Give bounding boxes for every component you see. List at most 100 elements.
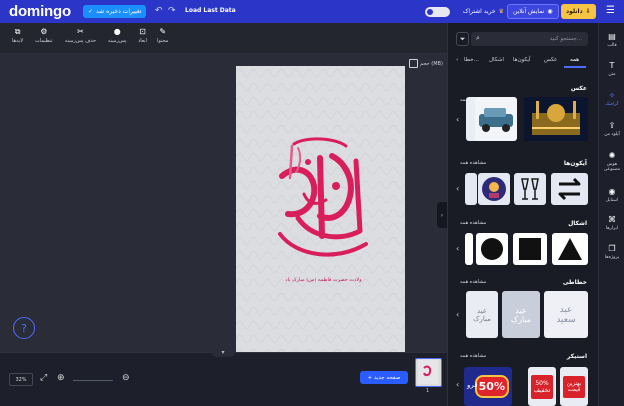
stickers-scroll-left-icon[interactable]: ‹: [456, 380, 459, 389]
saved-status-label: تغییرات ذخیره شد: [96, 8, 142, 15]
zoom-in-icon[interactable]: ⊕: [57, 373, 65, 383]
section-title-shapes: اشکال: [568, 220, 587, 227]
fit-screen-icon[interactable]: ⤢: [40, 373, 47, 383]
shape-card[interactable]: [465, 233, 473, 265]
rail-label-graphics: گرافیک: [605, 102, 619, 107]
shapes-scroll-left-icon[interactable]: ‹: [456, 244, 459, 253]
remove-background-button[interactable]: ✂ حذف پس‌زمینه: [65, 27, 96, 45]
icon-card[interactable]: [514, 173, 546, 205]
see-all-stickers-link[interactable]: مشاهده همه: [460, 353, 486, 359]
tabs-scroll-left-icon[interactable]: ‹: [456, 57, 458, 63]
zoom-level[interactable]: 32%: [9, 373, 33, 386]
new-page-button[interactable]: + صفحه جدید: [360, 371, 408, 384]
shape-card[interactable]: [513, 233, 547, 265]
document-title[interactable]: Load Last Data: [185, 7, 236, 14]
layers-icon: ⧉: [14, 27, 21, 36]
tab-shapes[interactable]: اشکال: [489, 57, 504, 63]
app-logo[interactable]: domingo: [9, 3, 71, 20]
help-button[interactable]: ?: [13, 317, 35, 339]
redo-icon[interactable]: ↷: [168, 6, 176, 16]
sticker-card[interactable]: فرو 50%: [464, 367, 512, 406]
rail-item-styles[interactable]: ◉ استایل: [599, 187, 624, 203]
car-photo: [479, 108, 513, 132]
top-bar: domingo ✓ تغییرات ذخیره شد ↶ ↷ Load Last…: [0, 0, 624, 23]
rail-label-projects: پروژه‌ها: [604, 255, 620, 260]
icon-card[interactable]: [551, 173, 588, 205]
layers-button[interactable]: ⧉ لایه‌ها: [12, 27, 24, 45]
tab-icons[interactable]: آیکون‌ها: [513, 57, 531, 63]
photos-scroll-left-icon[interactable]: ‹: [456, 115, 459, 124]
search-input[interactable]: ⌕ جستجو کنید...: [471, 32, 588, 46]
see-all-icons-link[interactable]: مشاهده همه: [460, 160, 486, 166]
settings-button[interactable]: ⚙ تنظیمات: [35, 28, 53, 45]
sticker-text: فرو: [467, 381, 478, 389]
layers-label: لایه‌ها: [12, 38, 24, 44]
dimensions-button[interactable]: ⊡ ابعاد: [138, 28, 147, 45]
theme-toggle[interactable]: [425, 7, 450, 17]
section-title-photos: عکس: [570, 85, 587, 92]
sticker-text: بهترین قیمت: [563, 375, 585, 398]
rail-item-graphics[interactable]: ✧ گرافیک: [599, 91, 624, 107]
shape-card[interactable]: [552, 233, 588, 265]
sticker-card[interactable]: 50% تخفیف: [528, 367, 556, 406]
character-icon: [482, 177, 506, 201]
calligraphy-subtitle: ولادت حضرت فاطمه (س) مبارک باد: [285, 277, 362, 283]
eye-icon: ◉: [547, 8, 553, 15]
rail-item-templates[interactable]: ▤ قالب: [599, 32, 624, 48]
hamburger-menu-icon[interactable]: ☰: [606, 5, 615, 16]
text-icon: T: [609, 61, 615, 70]
undo-icon[interactable]: ↶: [155, 6, 163, 16]
crown-icon: ♛: [498, 8, 504, 15]
collapse-panel-button[interactable]: ›: [437, 202, 447, 228]
photo-card[interactable]: [475, 97, 517, 141]
filter-icon[interactable]: ⏷: [456, 32, 469, 46]
swap-arrows-icon: [558, 177, 581, 201]
tools-icon: ⌘: [608, 215, 616, 224]
background-button[interactable]: ● پس‌زمینه: [108, 27, 127, 45]
rail-item-tools[interactable]: ⌘ ابزارها: [599, 215, 624, 231]
circle-shape: [481, 238, 503, 260]
calligraphy-card[interactable]: عید مبارک: [466, 291, 498, 338]
editor-toolbar: ⧉ لایه‌ها ⚙ تنظیمات ✂ حذف پس‌زمینه ● پس‌…: [0, 23, 447, 54]
calligraphy-card-text: عید مبارک: [473, 306, 491, 323]
rail-item-uploads[interactable]: ⇪ آپلود من: [599, 121, 624, 137]
calligraphy-card[interactable]: عید سعید: [544, 291, 588, 338]
content-button[interactable]: ✎ محتوا: [157, 28, 168, 45]
icon-card[interactable]: [478, 173, 510, 205]
calligraphy-artwork[interactable]: [236, 66, 405, 352]
page-number: 1: [426, 388, 430, 394]
tab-all[interactable]: همه: [570, 57, 579, 63]
calligraphy-card[interactable]: عید مبارک: [502, 291, 540, 338]
see-all-calligraphy-link[interactable]: مشاهده همه: [460, 279, 486, 285]
rail-item-text[interactable]: T متن: [599, 61, 624, 77]
calligraphy-scroll-left-icon[interactable]: ‹: [456, 310, 459, 319]
chevron-down-icon[interactable]: ▾: [211, 347, 235, 357]
design-page[interactable]: ولادت حضرت فاطمه (س) مبارک باد: [236, 66, 405, 352]
shrine-photo: [524, 97, 588, 141]
subscription-button[interactable]: خرید اشتراک ♛: [458, 4, 509, 19]
icons-scroll-left-icon[interactable]: ‹: [456, 184, 459, 193]
page-thumbnail[interactable]: [415, 358, 442, 387]
zoom-slider[interactable]: [73, 380, 113, 381]
subscription-label: خرید اشتراک: [463, 8, 496, 15]
scissors-icon: ✂: [77, 27, 84, 36]
shape-card[interactable]: [476, 233, 508, 265]
see-all-shapes-link[interactable]: مشاهده همه: [460, 220, 486, 226]
tab-photos[interactable]: عکس: [544, 57, 557, 63]
icon-card[interactable]: [465, 173, 477, 205]
dimensions-label: ابعاد: [138, 38, 147, 44]
online-preview-button[interactable]: نمایش آنلاین ◉: [507, 4, 559, 19]
photo-card[interactable]: [524, 97, 588, 141]
calligraphy-card-text: عید سعید: [556, 304, 576, 325]
rail-item-projects[interactable]: ❐ پروژه‌ها: [599, 244, 624, 260]
zoom-out-icon[interactable]: ⊖: [122, 373, 130, 383]
sticker-card[interactable]: بهترین قیمت: [560, 367, 588, 406]
circle-icon: ●: [113, 27, 121, 36]
download-button[interactable]: دانلود ⇩: [561, 4, 596, 19]
saved-status-button[interactable]: ✓ تغییرات ذخیره شد: [83, 5, 147, 18]
rail-item-ai[interactable]: ✺ هوش مصنوعی: [599, 151, 624, 172]
tab-calligraphy[interactable]: خطا...: [464, 57, 479, 63]
file-size-label: حجم (MB): [420, 60, 443, 67]
download-icon: ⇩: [585, 8, 591, 15]
ai-icon: ✺: [608, 151, 616, 160]
